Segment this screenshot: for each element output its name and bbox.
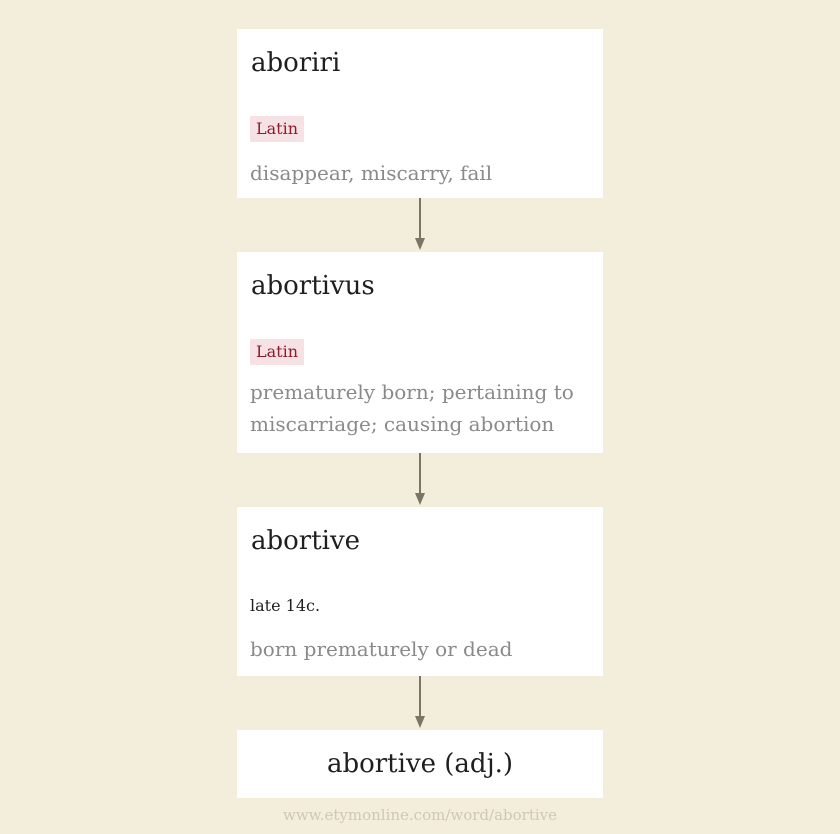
etymology-node-aboriri: aboriri Latin disappear, miscarry, fail	[237, 29, 603, 198]
down-arrow-icon	[415, 453, 425, 505]
node-word: abortivus	[251, 271, 375, 301]
node-word: aboriri	[251, 48, 341, 78]
node-gloss: born prematurely or dead	[250, 637, 513, 661]
node-gloss: prematurely born; pertaining to miscarri…	[250, 380, 574, 436]
language-tag: Latin	[250, 116, 305, 142]
etymology-node-abortivus: abortivus Latin prematurely born; pertai…	[237, 252, 603, 453]
etymology-node-final: abortive (adj.)	[237, 730, 603, 798]
node-word: abortive	[251, 526, 361, 556]
date-tag: late 14c.	[250, 596, 321, 615]
source-url: www.etymonline.com/word/abortive	[282, 806, 558, 824]
language-tag: Latin	[250, 339, 305, 365]
final-word: abortive (adj.)	[326, 749, 514, 779]
down-arrow-icon	[415, 198, 425, 250]
down-arrow-icon	[415, 676, 425, 728]
etymology-node-abortive: abortive late 14c. born prematurely or d…	[237, 507, 603, 676]
node-gloss: disappear, miscarry, fail	[250, 161, 493, 185]
